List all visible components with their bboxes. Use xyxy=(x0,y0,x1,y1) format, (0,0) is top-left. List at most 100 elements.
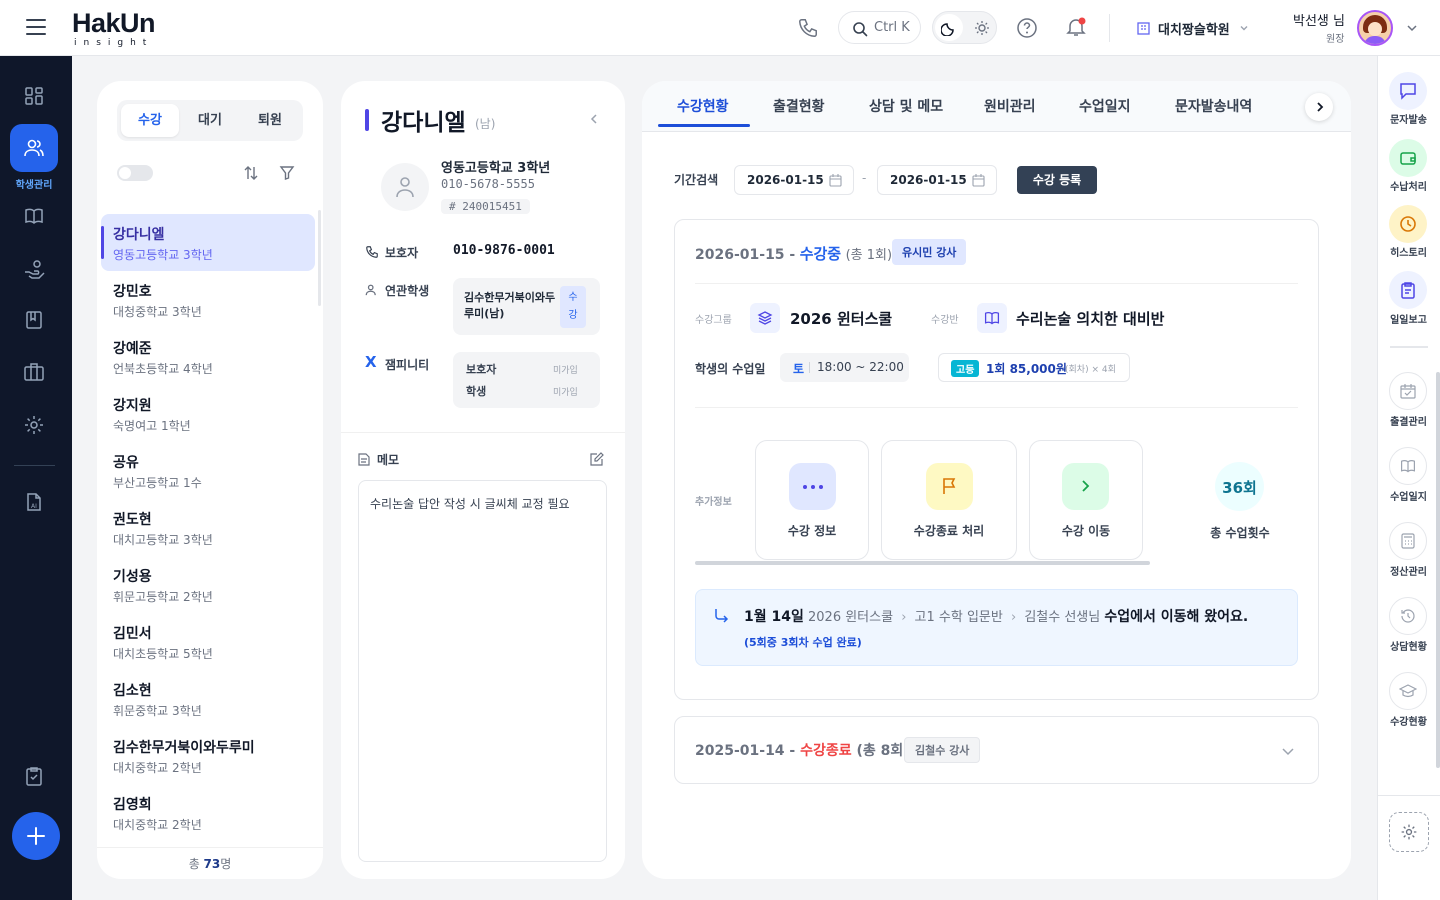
profile-name: 강다니엘 xyxy=(381,110,466,136)
hand-coin-icon[interactable] xyxy=(23,258,45,280)
tab-enrollment[interactable]: 수강현황 xyxy=(677,96,729,116)
collapse-chevron-icon[interactable] xyxy=(588,113,600,125)
total-sessions-badge: 36회 xyxy=(1215,462,1264,511)
rail-settlement-button[interactable] xyxy=(1389,522,1427,560)
rail-payment-button[interactable] xyxy=(1389,139,1427,177)
memo-label: 메모 xyxy=(377,453,400,467)
filter-icon[interactable] xyxy=(279,165,295,181)
rail-enrollment-button[interactable] xyxy=(1389,672,1427,710)
user-menu-chevron-icon[interactable] xyxy=(1406,22,1418,34)
memo-icon xyxy=(358,453,370,466)
list-item-school: 언북초등학교 4학년 xyxy=(113,362,213,376)
group-label: 수강그룹 xyxy=(695,315,732,326)
rail-bottom-divider xyxy=(1377,795,1440,796)
end-enrollment-action[interactable]: 수강종료 처리 xyxy=(881,440,1017,560)
book-icon[interactable] xyxy=(24,206,44,226)
user-icon xyxy=(396,177,414,198)
list-item-name[interactable]: 강민호 xyxy=(113,281,152,301)
list-item-name[interactable]: 김민서 xyxy=(113,623,152,643)
list-item-name[interactable]: 강지원 xyxy=(113,395,152,415)
academy-selector[interactable]: 대치짱슬학원 xyxy=(1136,19,1252,38)
list-item-name[interactable]: 김영희 xyxy=(113,794,152,814)
list-item-name[interactable]: 김수한무거북이와두루미 xyxy=(113,737,255,757)
tab-attendance[interactable]: 출결현황 xyxy=(773,96,825,116)
tab-waiting[interactable]: 대기 xyxy=(181,104,239,137)
enrollment-info-action[interactable]: 수강 정보 xyxy=(755,440,869,560)
notification-bell-icon[interactable] xyxy=(1065,16,1087,38)
logo[interactable]: HakUn insight xyxy=(72,8,156,48)
sort-icon[interactable] xyxy=(243,165,259,181)
rail-daily-report-button[interactable] xyxy=(1389,271,1427,309)
avatar[interactable] xyxy=(1357,10,1393,46)
register-enrollment-button[interactable]: 수강 등록 xyxy=(1017,166,1097,194)
tab-class-log[interactable]: 수업일지 xyxy=(1079,96,1131,116)
edit-icon[interactable] xyxy=(590,452,604,466)
tab-withdrawn[interactable]: 퇴원 xyxy=(241,104,299,137)
list-item-school: 부산고등학교 1수 xyxy=(113,476,202,490)
class-day-label: 학생의 수업일 xyxy=(695,362,766,376)
settings-gear-icon[interactable] xyxy=(23,414,45,436)
list-item-school: 대치중학교 2학년 xyxy=(113,761,202,775)
ai-report-icon[interactable]: AI xyxy=(24,492,44,512)
actions-scrollbar[interactable] xyxy=(695,561,1150,565)
ended-teacher-badge: 김철수 강사 xyxy=(904,737,981,763)
list-toggle[interactable] xyxy=(117,165,153,181)
expand-chevron-down-icon[interactable] xyxy=(1281,744,1295,758)
total-sessions-label: 총 수업횟수 xyxy=(1210,526,1270,540)
list-item-name[interactable]: 강예준 xyxy=(113,338,152,358)
profile-gender: (남) xyxy=(475,117,496,131)
list-item-name[interactable]: 공유 xyxy=(113,452,139,472)
wallet-icon xyxy=(1400,152,1416,165)
rail-sms-button[interactable] xyxy=(1389,72,1427,110)
notebook-icon[interactable] xyxy=(24,310,44,330)
rail-counsel-button[interactable] xyxy=(1389,597,1427,635)
phone-icon[interactable] xyxy=(797,17,819,39)
theme-toggle[interactable] xyxy=(932,11,997,44)
guardian-phone[interactable]: 010-9876-0001 xyxy=(453,243,555,258)
list-scrollbar[interactable] xyxy=(318,210,321,306)
list-item-name[interactable]: 김소현 xyxy=(113,680,152,700)
rail-class-log-button[interactable] xyxy=(1389,447,1427,485)
rail-history-button[interactable] xyxy=(1389,205,1427,243)
hamburger-menu-icon[interactable] xyxy=(26,18,46,36)
fee-chip: 고등 1회 85,000원 (회차) × 4회 xyxy=(938,353,1130,382)
date-from-input[interactable]: 2026-01-15 xyxy=(734,165,854,195)
date-to-input[interactable]: 2026-01-15 xyxy=(877,165,997,195)
move-enrollment-action[interactable]: 수강 이동 xyxy=(1029,440,1143,560)
nav-students-active[interactable] xyxy=(10,124,58,172)
help-icon[interactable] xyxy=(1016,17,1038,39)
tab-scroll-button[interactable] xyxy=(1305,93,1333,121)
related-student-name: 김수한무거북이와두루미(남) xyxy=(464,291,556,320)
card-divider xyxy=(695,407,1298,408)
list-item-name[interactable]: 기성용 xyxy=(113,566,152,586)
tab-sms-history[interactable]: 문자발송내역 xyxy=(1175,96,1252,116)
message-square-icon xyxy=(1400,83,1416,100)
nav-students-label: 학생관리 xyxy=(15,180,53,191)
related-student-card[interactable]: 김수한무거북이와두루미(남) 수강 xyxy=(453,278,600,335)
tab-counsel[interactable]: 상담 및 메모 xyxy=(869,96,943,116)
profile-photo[interactable] xyxy=(381,163,429,211)
user-role: 원장 xyxy=(1326,34,1345,45)
rail-attendance-button[interactable] xyxy=(1389,372,1427,410)
rail-settings-button[interactable] xyxy=(1389,812,1429,852)
memo-box[interactable]: 수리논술 답안 작성 시 글씨체 교정 필요 xyxy=(358,480,607,862)
search-button[interactable]: Ctrl K xyxy=(838,11,921,44)
tab-enrolled[interactable]: 수강 xyxy=(121,104,179,137)
sun-icon xyxy=(975,21,989,35)
list-item-name[interactable]: 강다니엘 xyxy=(113,224,165,244)
list-item-school: 대치중학교 2학년 xyxy=(113,818,202,832)
users-icon xyxy=(24,139,44,157)
phone-icon xyxy=(366,246,378,258)
chevron-down-icon xyxy=(1240,26,1248,31)
class-value: 수리논술 의치한 대비반 xyxy=(1016,310,1165,328)
briefcase-icon[interactable] xyxy=(23,362,45,382)
list-item-name[interactable]: 권도현 xyxy=(113,509,152,529)
teacher-badge: 유시민 강사 xyxy=(892,239,967,265)
calendar-icon xyxy=(972,174,985,187)
dashboard-icon[interactable] xyxy=(24,86,44,106)
search-icon xyxy=(853,22,868,37)
card-divider xyxy=(695,283,1298,284)
clipboard-check-icon[interactable] xyxy=(24,766,44,786)
tab-tuition[interactable]: 원비관리 xyxy=(984,96,1036,116)
add-button[interactable] xyxy=(12,812,60,860)
